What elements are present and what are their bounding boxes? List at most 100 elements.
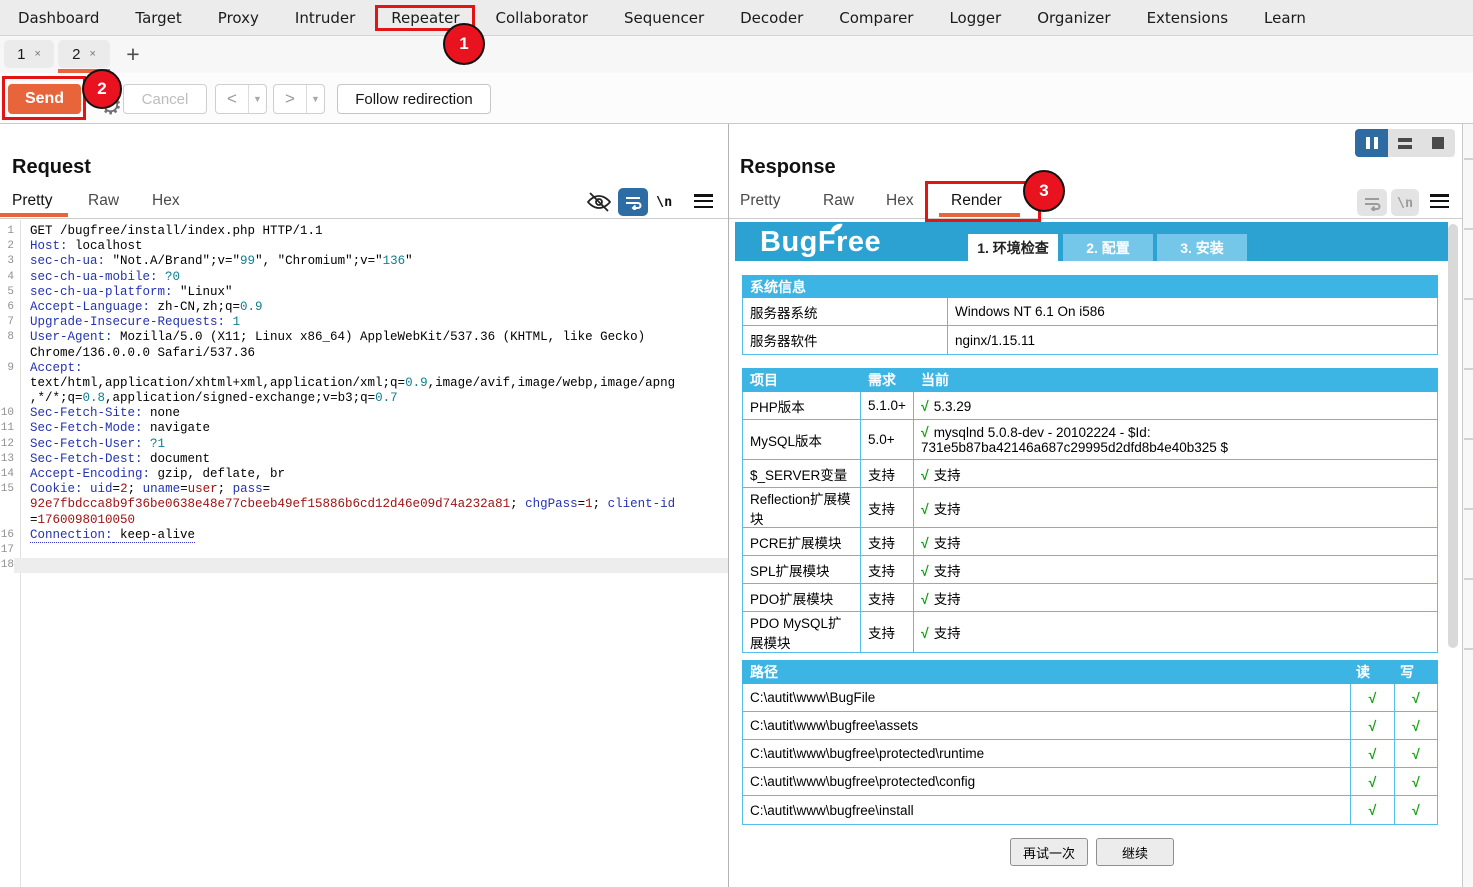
req-current-text: 支持 xyxy=(934,536,961,551)
check-icon: √ xyxy=(921,501,929,517)
request-tab-hex[interactable]: Hex xyxy=(152,192,180,210)
line-number xyxy=(0,346,14,361)
response-tab-pretty[interactable]: Pretty xyxy=(740,192,780,210)
request-line-wrap: =1760098010050 xyxy=(0,513,728,528)
menu-item-collaborator[interactable]: Collaborator xyxy=(478,0,606,36)
check-icon: √ xyxy=(921,591,929,607)
req-current-text: 支持 xyxy=(934,626,961,641)
menu-item-logger[interactable]: Logger xyxy=(931,0,1019,36)
main-menubar: DashboardTargetProxyIntruderRepeaterColl… xyxy=(0,0,1473,36)
response-tab-hex[interactable]: Hex xyxy=(886,192,914,210)
request-line-16: 16Connection: keep-alive xyxy=(0,528,728,543)
repeater-tab-1[interactable]: 1 × xyxy=(4,40,54,68)
word-wrap-icon[interactable] xyxy=(618,188,648,216)
menu-item-extensions[interactable]: Extensions xyxy=(1129,0,1246,36)
continue-button[interactable]: 继续 xyxy=(1096,838,1174,866)
table-row: Reflection扩展模块支持√支持 xyxy=(743,488,1437,528)
tab-label: 1 xyxy=(17,46,25,63)
follow-redirection-button[interactable]: Follow redirection xyxy=(337,84,491,114)
menu-item-learn[interactable]: Learn xyxy=(1246,0,1324,36)
menu-item-dashboard[interactable]: Dashboard xyxy=(0,0,117,36)
table-row: SPL扩展模块支持√支持 xyxy=(743,556,1437,584)
path-value: C:\autit\www\bugfree\protected\runtime xyxy=(743,740,1351,767)
path-readable: √ xyxy=(1351,796,1395,824)
path-readable: √ xyxy=(1351,768,1395,795)
pause-updates-button[interactable] xyxy=(1355,129,1388,157)
check-icon: √ xyxy=(1369,718,1377,734)
table-row: PDO MySQL扩展模块支持√支持 xyxy=(743,612,1437,652)
request-editor[interactable]: 1GET /bugfree/install/index.php HTTP/1.1… xyxy=(0,220,728,887)
request-tab-raw[interactable]: Raw xyxy=(88,192,119,210)
menu-item-decoder[interactable]: Decoder xyxy=(722,0,821,36)
menu-item-comparer[interactable]: Comparer xyxy=(821,0,931,36)
response-title: Response xyxy=(740,156,836,179)
menu-item-proxy[interactable]: Proxy xyxy=(200,0,277,36)
menu-item-intruder[interactable]: Intruder xyxy=(277,0,373,36)
req-current-text: 支持 xyxy=(934,468,961,483)
table-row: C:\autit\www\BugFile√√ xyxy=(743,684,1437,712)
table-row: PCRE扩展模块支持√支持 xyxy=(743,528,1437,556)
menu-item-organizer[interactable]: Organizer xyxy=(1019,0,1128,36)
line-number: 2 xyxy=(0,239,14,254)
path-readable: √ xyxy=(1351,740,1395,767)
response-menu-icon[interactable] xyxy=(1430,194,1449,208)
line-number: 18 xyxy=(0,558,14,573)
close-icon[interactable]: × xyxy=(34,48,40,60)
req-current-text: 支持 xyxy=(934,502,961,517)
back-button[interactable]: < ▼ xyxy=(215,84,267,114)
repeater-toolbar: Send Cancel < ▼ > ▼ Follow redirection xyxy=(0,73,1473,124)
menu-item-target[interactable]: Target xyxy=(117,0,199,36)
check-icon: √ xyxy=(921,467,929,483)
request-line-8: 8User-Agent: Mozilla/5.0 (X11; Linux x86… xyxy=(0,330,728,345)
request-line-wrap: ,*/*;q=0.8,application/signed-exchange;v… xyxy=(0,391,728,406)
menu-item-sequencer[interactable]: Sequencer xyxy=(606,0,722,36)
split-view-button[interactable] xyxy=(1388,129,1421,157)
req-current-value: √mysqlnd 5.0.8-dev - 20102224 - $Id: 731… xyxy=(921,424,1430,455)
request-line-wrap: 92e7fbdcca8b9f36be0638e48e77cbeeb49ef158… xyxy=(0,497,728,512)
render-scrollbar[interactable] xyxy=(1448,224,1458,648)
response-view-controls xyxy=(1355,129,1455,157)
response-render-view[interactable]: BugFree 1. 环境检查 2. 配置 3. 安装 系统信息服务器系统Win… xyxy=(729,220,1462,887)
stop-render-button[interactable] xyxy=(1422,129,1455,157)
request-tab-pretty[interactable]: Pretty xyxy=(12,192,52,210)
response-tab-raw[interactable]: Raw xyxy=(823,192,854,210)
forward-icon[interactable]: > xyxy=(274,85,306,113)
req-current: √mysqlnd 5.0.8-dev - 20102224 - $Id: 731… xyxy=(914,420,1437,459)
req-required: 支持 xyxy=(861,556,914,583)
add-tab-button[interactable]: + xyxy=(118,39,148,69)
leaf-icon xyxy=(829,223,844,233)
req-current-value: √ 支持 xyxy=(921,498,961,518)
table-row: $_SERVER变量支持√支持 xyxy=(743,460,1437,488)
req-current: √ 支持 xyxy=(914,460,1437,487)
hide-nonprintable-icon[interactable] xyxy=(585,190,613,214)
forward-button[interactable]: > ▼ xyxy=(273,84,325,114)
table-row: 服务器系统Windows NT 6.1 On i586 xyxy=(743,298,1437,326)
request-menu-icon[interactable] xyxy=(694,194,713,208)
newline-toggle-icon[interactable]: \n xyxy=(656,194,672,210)
req-current-value: √ 支持 xyxy=(921,464,961,484)
request-line-1: 1GET /bugfree/install/index.php HTTP/1.1 xyxy=(0,224,728,239)
request-line-wrap: Chrome/136.0.0.0 Safari/537.36 xyxy=(0,346,728,361)
word-wrap-icon-disabled[interactable] xyxy=(1357,189,1387,216)
retry-button[interactable]: 再试一次 xyxy=(1010,838,1088,866)
req-item: PDO MySQL扩展模块 xyxy=(743,612,861,652)
repeater-tab-2[interactable]: 2 × xyxy=(58,40,110,68)
close-icon[interactable]: × xyxy=(89,48,95,60)
line-number: 16 xyxy=(0,528,14,543)
req-current: √支持 xyxy=(914,556,1437,583)
bugfree-logo: BugFree xyxy=(760,226,881,259)
req-current-value: √支持 xyxy=(921,622,961,642)
chevron-down-icon[interactable]: ▼ xyxy=(248,85,266,113)
req-required: 支持 xyxy=(861,584,914,611)
install-step-1: 1. 环境检查 xyxy=(968,234,1058,261)
install-step-3: 3. 安装 xyxy=(1157,234,1247,261)
back-icon[interactable]: < xyxy=(216,85,248,113)
line-number: 5 xyxy=(0,285,14,300)
req-required: 支持 xyxy=(861,612,914,652)
req-current: √支持 xyxy=(914,612,1437,652)
newline-toggle-icon-disabled[interactable]: \n xyxy=(1391,189,1419,216)
requirements-header: 项目需求当前 xyxy=(742,368,1438,392)
req-current-text: 支持 xyxy=(934,564,961,579)
chevron-down-icon[interactable]: ▼ xyxy=(306,85,324,113)
cancel-button[interactable]: Cancel xyxy=(123,84,207,114)
